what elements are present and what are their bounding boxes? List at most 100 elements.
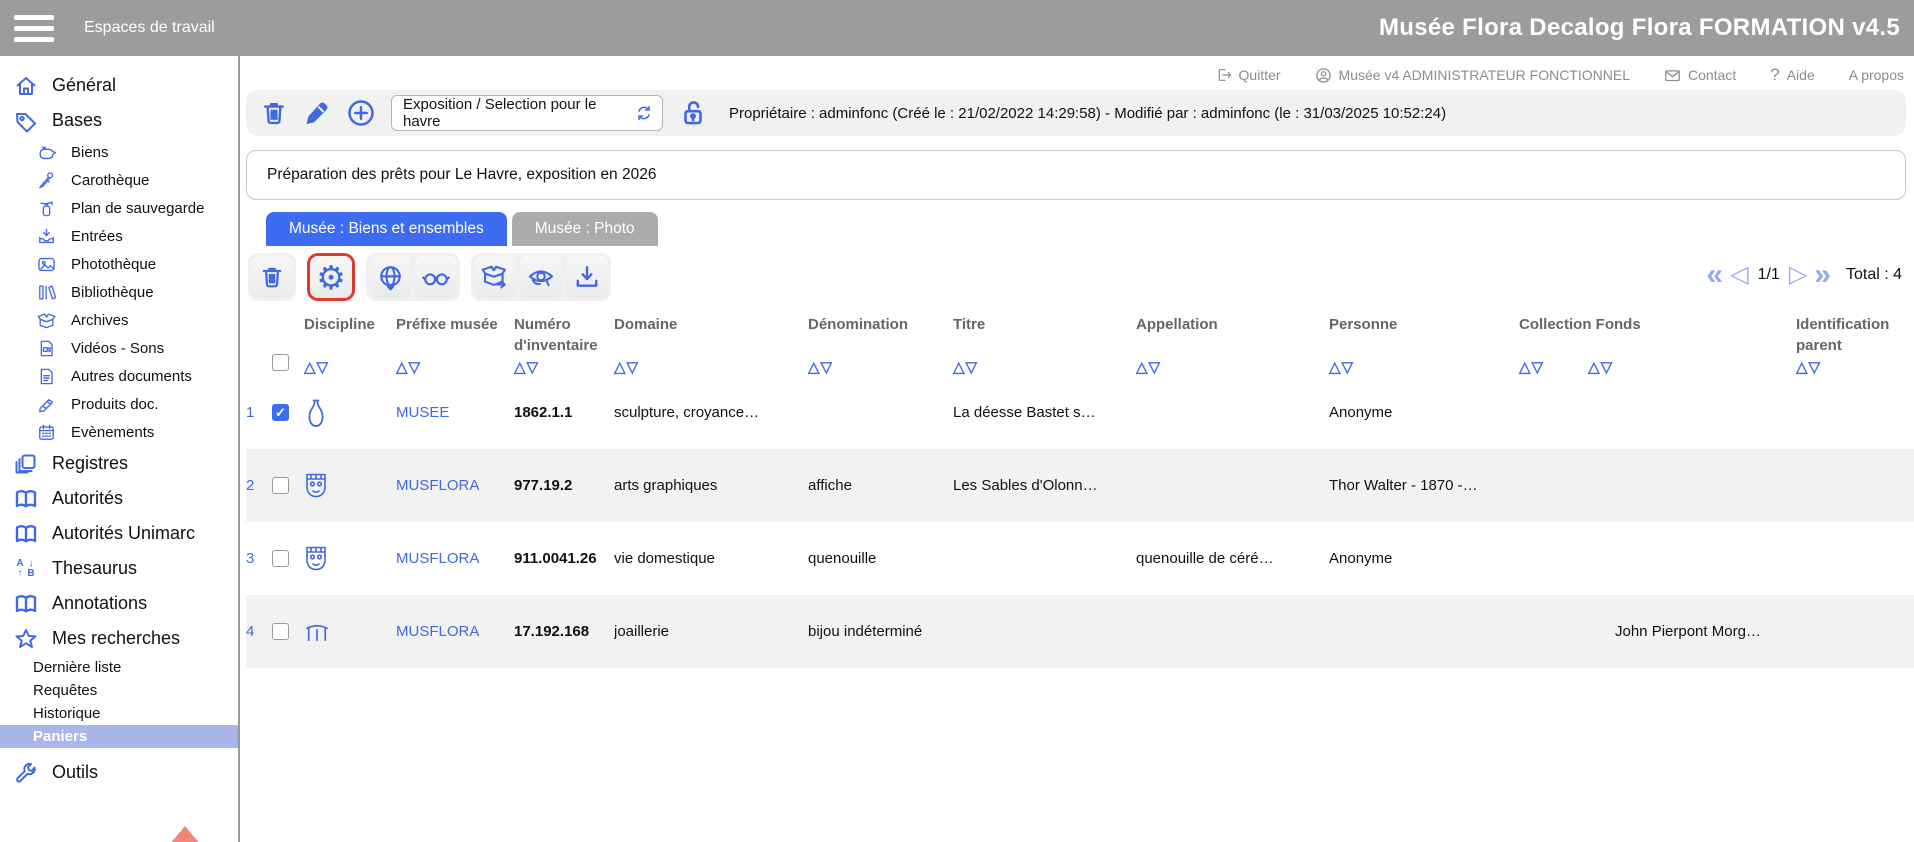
current-user[interactable]: Musée v4 ADMINISTRATEUR FONCTIONNEL	[1315, 67, 1630, 84]
basket-selector[interactable]: Exposition / Selection pour le havre	[391, 95, 663, 131]
aide-button[interactable]: ?Aide	[1770, 65, 1815, 85]
sidebar-item-thesaurus[interactable]: A↓↑BThesaurus	[0, 551, 238, 586]
sidebar-item-derniere-liste[interactable]: Dernière liste	[0, 656, 238, 679]
sidebar-item-carotheque[interactable]: Carothèque	[0, 166, 238, 194]
pagination: « ◁ 1/1 ▷ » Total : 4	[1706, 260, 1902, 290]
hamburger-menu-icon[interactable]	[14, 15, 54, 42]
exit-icon	[1216, 67, 1232, 83]
sort-domaine[interactable]: △▽	[614, 358, 804, 376]
publish-web-button[interactable]	[369, 256, 411, 298]
settings-button-highlighted[interactable]: ⚙	[310, 256, 352, 298]
sort-identification-parent[interactable]: △▽	[1796, 358, 1914, 376]
sidebar-item-bibliotheque[interactable]: Bibliothèque	[0, 278, 238, 306]
sidebar-item-outils[interactable]: Outils	[0, 755, 238, 790]
sort-numero[interactable]: △▽	[514, 358, 610, 376]
mask-icon	[304, 472, 328, 500]
sidebar-nav: Général Bases Biens Carothèque Plan de s…	[0, 56, 240, 842]
row-number-link[interactable]: 2	[246, 449, 272, 522]
session-menubar: Quitter Musée v4 ADMINISTRATEUR FONCTION…	[246, 56, 1906, 90]
lock-button[interactable]	[678, 98, 708, 128]
sidebar-item-entrees[interactable]: Entrées	[0, 222, 238, 250]
home-icon	[12, 74, 39, 98]
sidebar-item-autres-documents[interactable]: Autres documents	[0, 362, 238, 390]
open-book-icon	[12, 522, 39, 546]
sort-collection[interactable]: △▽	[1519, 358, 1544, 376]
sidebar-item-registres[interactable]: Registres	[0, 446, 238, 481]
main-content: Quitter Musée v4 ADMINISTRATEUR FONCTION…	[240, 56, 1914, 842]
preview-button[interactable]	[415, 256, 457, 298]
tab-musee-photo[interactable]: Musée : Photo	[512, 212, 658, 246]
next-page-button[interactable]: ▷	[1789, 263, 1807, 287]
table-row[interactable]: 1 ✓ MUSEE 1862.1.1 sculpture, croyance… …	[246, 376, 1914, 449]
sort-personne[interactable]: △▽	[1329, 358, 1515, 376]
sort-appellation[interactable]: △▽	[1136, 358, 1325, 376]
question-mark-icon: ?	[1770, 65, 1779, 85]
download-button[interactable]	[566, 256, 608, 298]
sidebar-item-biens[interactable]: Biens	[0, 138, 238, 166]
prev-page-button[interactable]: ◁	[1730, 263, 1748, 287]
delete-basket-button[interactable]	[260, 99, 288, 127]
registers-icon	[12, 452, 39, 476]
row-number-link[interactable]: 3	[246, 522, 272, 595]
sidebar-item-paniers[interactable]: Paniers	[0, 725, 238, 748]
sidebar-item-autorites-unimarc[interactable]: Autorités Unimarc	[0, 516, 238, 551]
row-number-link[interactable]: 4	[246, 595, 272, 668]
sort-denomination[interactable]: △▽	[808, 358, 949, 376]
gear-icon: ⚙	[316, 261, 346, 294]
sidebar-item-mes-recherches[interactable]: Mes recherches	[0, 621, 238, 656]
sidebar-item-general[interactable]: Général	[0, 68, 238, 103]
fire-extinguisher-icon	[36, 199, 56, 218]
last-page-button[interactable]: »	[1814, 260, 1831, 290]
sidebar-item-annotations[interactable]: Annotations	[0, 586, 238, 621]
sidebar-item-requetes[interactable]: Requêtes	[0, 679, 238, 702]
basket-toolbar: Exposition / Selection pour le havre Pro…	[246, 90, 1906, 136]
basket-description-input[interactable]: Préparation des prêts pour Le Havre, exp…	[246, 150, 1906, 200]
open-box-icon	[36, 311, 56, 330]
prefixe-link[interactable]: MUSFLORA	[396, 449, 514, 522]
sidebar-item-archives[interactable]: Archives	[0, 306, 238, 334]
prefixe-link[interactable]: MUSFLORA	[396, 522, 514, 595]
edit-basket-button[interactable]	[303, 99, 331, 127]
sidebar-item-historique[interactable]: Historique	[0, 702, 238, 725]
sidebar-item-evenements[interactable]: Evènements	[0, 418, 238, 446]
sidebar-item-bases[interactable]: Bases	[0, 103, 238, 138]
prefixe-link[interactable]: MUSEE	[396, 376, 514, 449]
top-app-bar: Espaces de travail Musée Flora Decalog F…	[0, 0, 1914, 56]
person-icon	[1315, 67, 1332, 84]
table-row[interactable]: 2 MUSFLORA 977.19.2 arts graphiques affi…	[246, 449, 1914, 522]
row-checkbox[interactable]: ✓	[272, 404, 289, 421]
prefixe-link[interactable]: MUSFLORA	[396, 595, 514, 668]
sort-prefixe[interactable]: △▽	[396, 358, 510, 376]
page-indicator: 1/1	[1758, 266, 1780, 284]
workspace-label[interactable]: Espaces de travail	[84, 19, 215, 37]
table-row[interactable]: 3 MUSFLORA 911.0041.26 vie domestique qu…	[246, 522, 1914, 595]
sidebar-item-produits-doc[interactable]: Produits doc.	[0, 390, 238, 418]
sidebar-item-phototheque[interactable]: Photothèque	[0, 250, 238, 278]
table-row[interactable]: 4 MUSFLORA 17.192.168 joaillerie bijou i…	[246, 595, 1914, 668]
sidebar-item-videos-sons[interactable]: Vidéos - Sons	[0, 334, 238, 362]
apropos-button[interactable]: A propos	[1849, 67, 1904, 83]
contact-button[interactable]: Contact	[1664, 67, 1736, 84]
row-checkbox[interactable]	[272, 477, 289, 494]
refresh-icon[interactable]	[635, 104, 653, 122]
add-basket-button[interactable]	[346, 98, 376, 128]
sidebar-item-plan-de-sauvegarde[interactable]: Plan de sauvegarde	[0, 194, 238, 222]
delete-rows-button[interactable]	[251, 256, 293, 298]
sort-titre[interactable]: △▽	[953, 358, 1132, 376]
horus-button[interactable]	[520, 256, 562, 298]
results-table: Discipline△▽ Préfixe musée△▽ Numéro d'in…	[246, 310, 1914, 668]
sort-fonds[interactable]: △▽	[1588, 358, 1613, 376]
export-basket-button[interactable]	[474, 256, 516, 298]
star-icon	[12, 627, 39, 651]
library-books-icon	[36, 283, 56, 302]
sort-discipline[interactable]: △▽	[304, 358, 392, 376]
select-all-checkbox[interactable]	[272, 354, 289, 371]
first-page-button[interactable]: «	[1706, 260, 1723, 290]
quitter-button[interactable]: Quitter	[1216, 67, 1281, 83]
tab-musee-biens-et-ensembles[interactable]: Musée : Biens et ensembles	[266, 212, 507, 246]
sidebar-item-autorites[interactable]: Autorités	[0, 481, 238, 516]
corer-icon	[36, 171, 56, 190]
row-checkbox[interactable]	[272, 623, 289, 640]
row-number-link[interactable]: 1	[246, 376, 272, 449]
row-checkbox[interactable]	[272, 550, 289, 567]
